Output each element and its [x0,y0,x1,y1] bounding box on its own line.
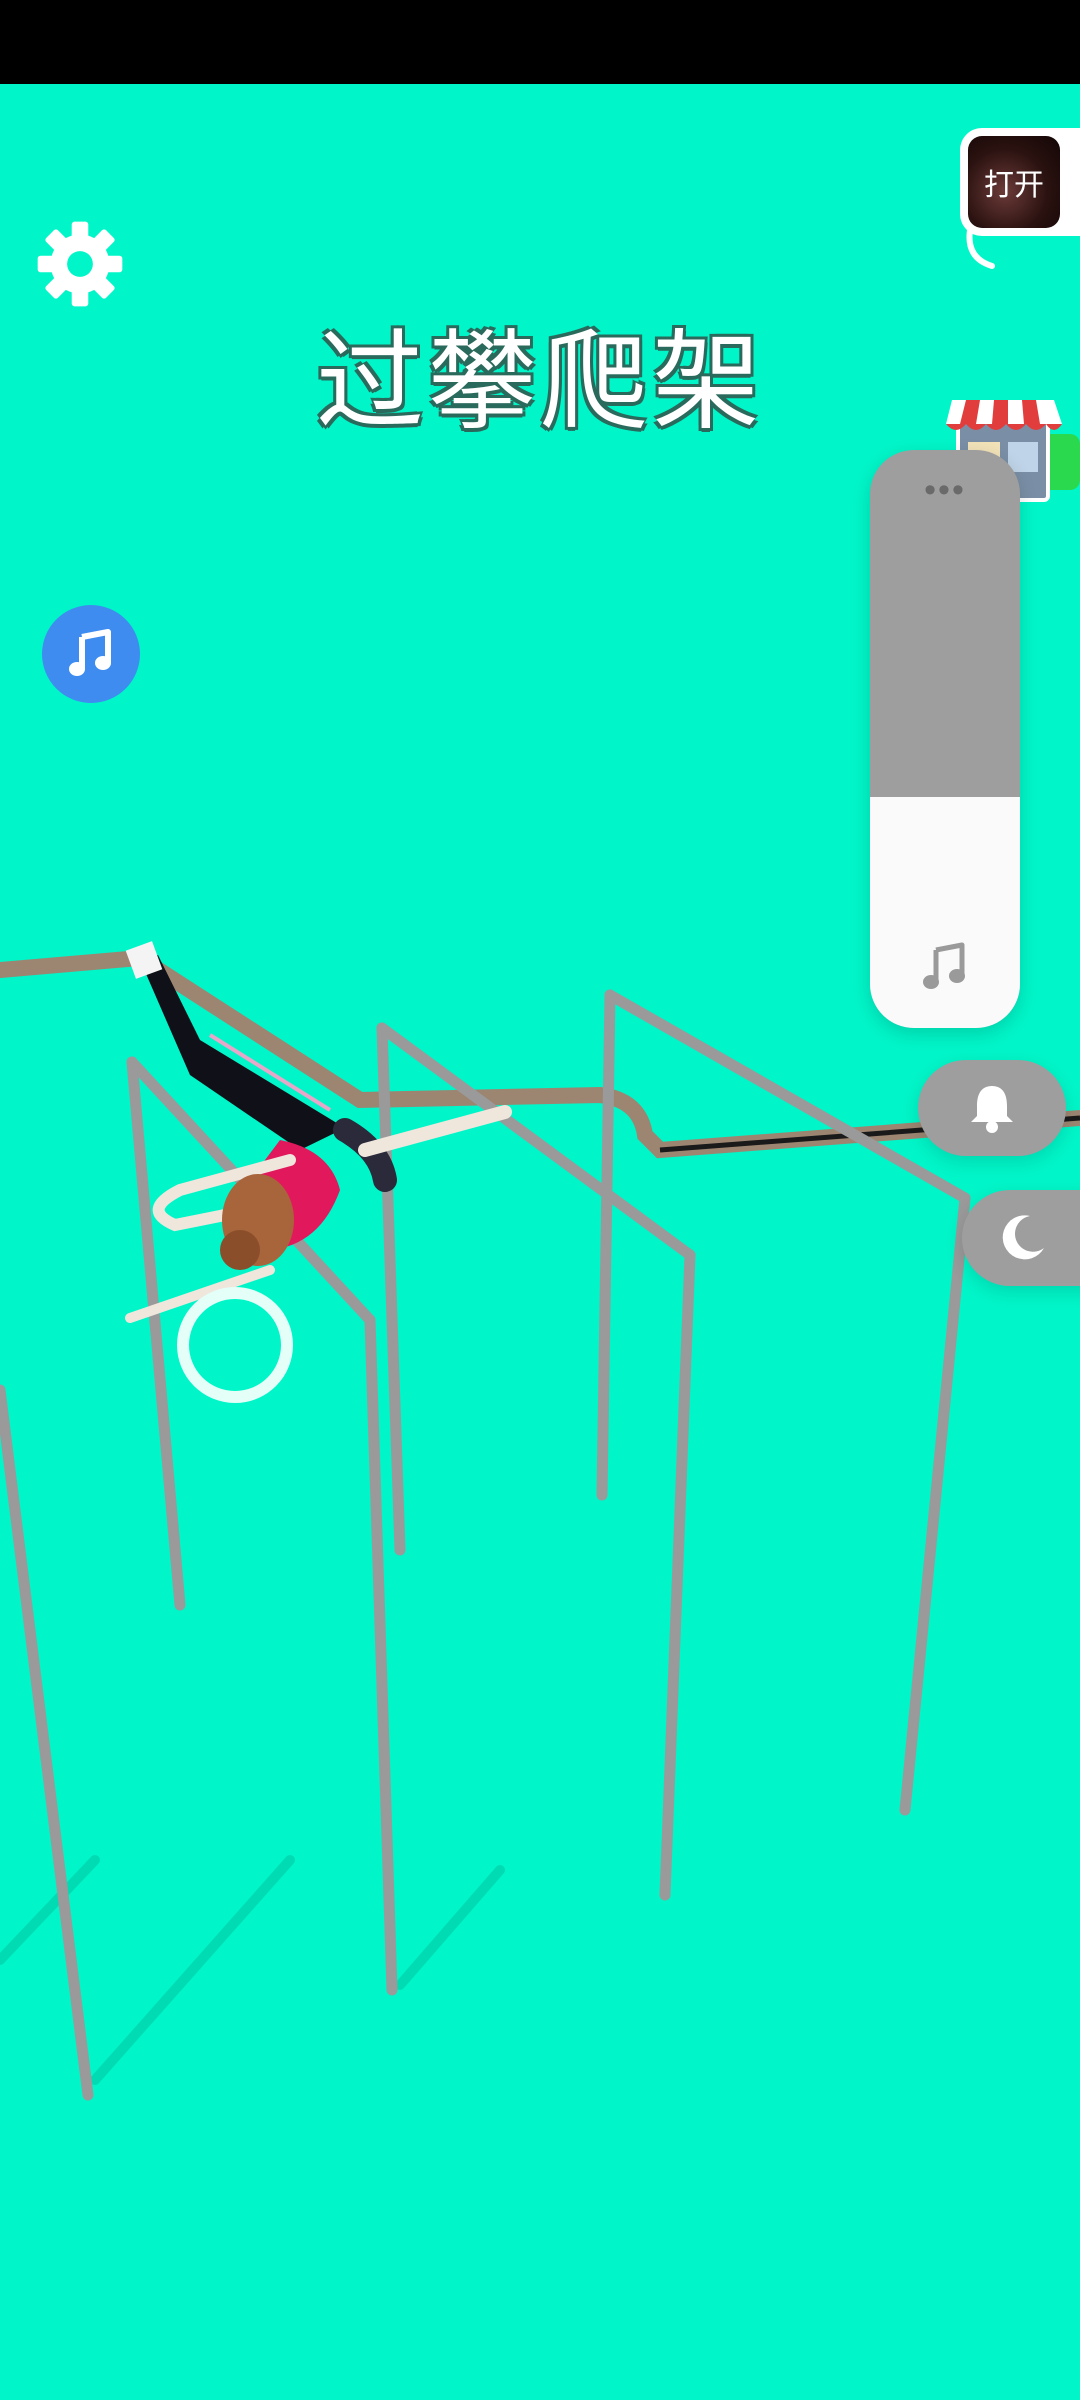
music-toggle-button[interactable] [42,605,140,703]
widget-pointer [966,228,995,269]
bell-icon [971,1086,1013,1133]
open-app-thumbnail[interactable]: 打开 [968,136,1060,228]
more-dots-icon[interactable]: ••• [870,473,1020,507]
ring-mode-button[interactable] [918,1060,1066,1156]
game-title: 过攀爬架 [315,320,764,445]
monkey-bars [0,989,971,2101]
settings-button[interactable] [34,218,126,310]
open-app-widget[interactable]: 打开 [960,128,1080,236]
open-label: 打开 [984,168,1044,203]
music-note-icon [69,629,111,676]
music-note-icon [923,942,965,989]
gear-icon [37,221,123,307]
tap-ring [177,1287,293,1403]
volume-panel[interactable]: ••• [870,450,1020,1028]
do-not-disturb-button[interactable] [962,1190,1080,1286]
moon-icon [1002,1215,1044,1260]
volume-level-fill[interactable] [870,796,1020,1028]
